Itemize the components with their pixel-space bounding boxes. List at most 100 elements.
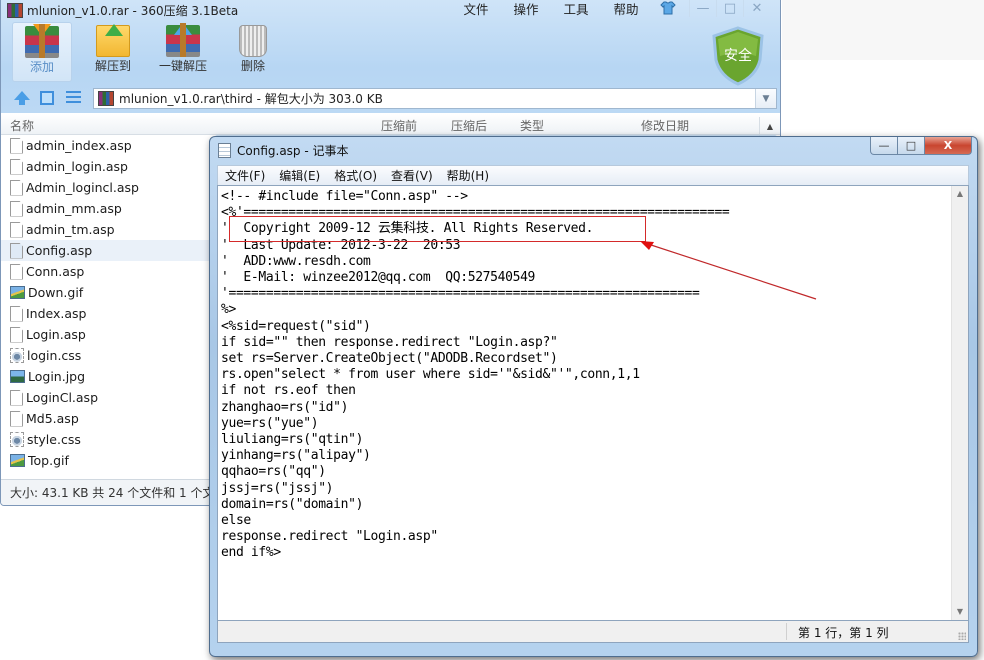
sort-up-icon[interactable]: ▲ [759, 117, 780, 137]
menu-tools[interactable]: 工具 [551, 1, 601, 19]
column-original-size[interactable]: 压缩前 [381, 117, 417, 134]
document-file-icon [10, 242, 23, 259]
file-row[interactable]: Conn.asp [1, 261, 211, 282]
document-file-icon [10, 158, 23, 175]
file-name: admin_index.asp [26, 138, 132, 153]
notepad-minimize-button[interactable]: — [870, 137, 898, 155]
notepad-title: Config.asp - 记事本 [237, 144, 349, 158]
toolbar-delete-label: 删除 [240, 59, 265, 73]
menu-operation[interactable]: 操作 [501, 1, 551, 19]
notepad-title-bar: Config.asp - 记事本 [218, 142, 349, 159]
menu-help[interactable]: 帮助 [601, 1, 651, 19]
chevron-down-icon[interactable]: ▼ [755, 89, 776, 108]
scroll-down-icon[interactable]: ▼ [952, 604, 968, 620]
jpg-image-icon [10, 370, 25, 383]
file-name: login.css [27, 348, 82, 363]
file-row[interactable]: admin_index.asp [1, 135, 211, 156]
file-row[interactable]: Login.jpg [1, 366, 211, 387]
thumbnail-view-icon[interactable] [40, 91, 54, 105]
annotation-highlight-box [229, 216, 646, 242]
file-name: Conn.asp [26, 264, 85, 279]
minimize-button[interactable]: — [689, 0, 716, 17]
notepad-maximize-button[interactable]: □ [898, 137, 925, 155]
file-content[interactable]: <!-- #include file="Conn.asp" --> <%'===… [221, 189, 730, 562]
document-file-icon [10, 305, 23, 322]
file-list: admin_index.asp admin_login.asp Admin_logi… [1, 135, 211, 471]
text-editor-area[interactable]: <!-- #include file="Conn.asp" --> <%'===… [217, 185, 969, 621]
add-archive-icon [25, 24, 59, 58]
file-row[interactable]: admin_mm.asp [1, 198, 211, 219]
up-arrow-icon[interactable] [14, 91, 30, 105]
notepad-close-button[interactable]: X [925, 137, 972, 155]
file-row[interactable]: Admin_logincl.asp [1, 177, 211, 198]
toolbar-quick-extract-label: 一键解压 [158, 59, 207, 73]
vertical-scrollbar[interactable]: ▲ ▼ [951, 186, 968, 620]
rar-archive-icon [7, 2, 23, 18]
list-view-icon[interactable] [66, 91, 81, 105]
menu-file[interactable]: 文件 [451, 1, 501, 19]
archive-title: mlunion_v1.0.rar - 360压缩 3.1Beta [27, 3, 239, 18]
archive-header: mlunion_v1.0.rar - 360压缩 3.1Beta 文件 操作 工… [1, 0, 780, 113]
security-shield-icon[interactable]: 安全 [711, 26, 765, 86]
document-file-icon [10, 137, 23, 154]
toolbar-quick-extract-button[interactable]: 一键解压 [153, 22, 213, 82]
file-name: Top.gif [28, 453, 69, 468]
file-name: Config.asp [26, 243, 93, 258]
column-compressed-size[interactable]: 压缩后 [451, 117, 487, 134]
archive-menu-bar: 文件 操作 工具 帮助 [451, 1, 651, 19]
file-row[interactable]: Md5.asp [1, 408, 211, 429]
archive-path: mlunion_v1.0.rar\third - 解包大小为 303.0 KB [119, 92, 383, 106]
column-modified-date[interactable]: 修改日期 [641, 117, 689, 134]
file-row[interactable]: admin_tm.asp [1, 219, 211, 240]
notepad-window-controls: — □ X [870, 137, 972, 155]
menu-view[interactable]: 查看(V) [384, 167, 440, 184]
document-file-icon [10, 221, 23, 238]
file-name: Down.gif [28, 285, 84, 300]
document-file-icon [10, 389, 23, 406]
file-row[interactable]: Login.asp [1, 324, 211, 345]
close-button[interactable]: ✕ [743, 0, 770, 17]
quick-extract-icon [166, 23, 200, 57]
document-file-icon [10, 200, 23, 217]
file-name: admin_login.asp [26, 159, 128, 174]
extract-to-icon [96, 24, 130, 57]
file-row[interactable]: login.css [1, 345, 211, 366]
cursor-position: 第 1 行，第 1 列 [798, 626, 889, 640]
notepad-menu-bar: 文件(F) 编辑(E) 格式(O) 查看(V) 帮助(H) [217, 165, 969, 185]
file-row[interactable]: Index.asp [1, 303, 211, 324]
toolbar-add-button[interactable]: 添加 [12, 22, 72, 82]
menu-edit[interactable]: 编辑(E) [272, 167, 327, 184]
toolbar-extract-to-button[interactable]: 解压到 [83, 22, 143, 82]
resize-grip-icon[interactable] [958, 632, 966, 640]
file-name: style.css [27, 432, 81, 447]
file-name: Login.jpg [28, 369, 86, 384]
skin-shirt-icon[interactable] [660, 1, 676, 15]
file-name: admin_mm.asp [26, 201, 122, 216]
file-row[interactable]: style.css [1, 429, 211, 450]
archive-path-field[interactable]: mlunion_v1.0.rar\third - 解包大小为 303.0 KB … [93, 88, 777, 109]
toolbar-extract-to-label: 解压到 [94, 59, 131, 73]
file-row[interactable]: Top.gif [1, 450, 211, 471]
file-name: LoginCl.asp [26, 390, 99, 405]
column-type[interactable]: 类型 [520, 117, 544, 134]
security-badge-label: 安全 [724, 47, 752, 64]
document-file-icon [10, 410, 23, 427]
file-name: Admin_logincl.asp [26, 180, 139, 195]
maximize-button[interactable]: □ [716, 0, 743, 17]
file-row[interactable]: LoginCl.asp [1, 387, 211, 408]
document-file-icon [10, 326, 23, 343]
menu-file[interactable]: 文件(F) [218, 167, 272, 184]
file-row[interactable]: Down.gif [1, 282, 211, 303]
menu-help[interactable]: 帮助(H) [440, 167, 496, 184]
scroll-up-icon[interactable]: ▲ [952, 186, 968, 202]
toolbar-delete-button[interactable]: 删除 [223, 22, 283, 82]
gif-image-icon [10, 286, 25, 299]
status-divider [786, 623, 787, 640]
file-row[interactable]: Config.asp [1, 240, 211, 261]
column-name[interactable]: 名称 [10, 117, 34, 134]
menu-format[interactable]: 格式(O) [327, 167, 384, 184]
css-file-icon [10, 348, 24, 363]
notepad-icon [218, 143, 231, 158]
archive-navigation: mlunion_v1.0.rar\third - 解包大小为 303.0 KB … [1, 88, 780, 110]
file-row[interactable]: admin_login.asp [1, 156, 211, 177]
